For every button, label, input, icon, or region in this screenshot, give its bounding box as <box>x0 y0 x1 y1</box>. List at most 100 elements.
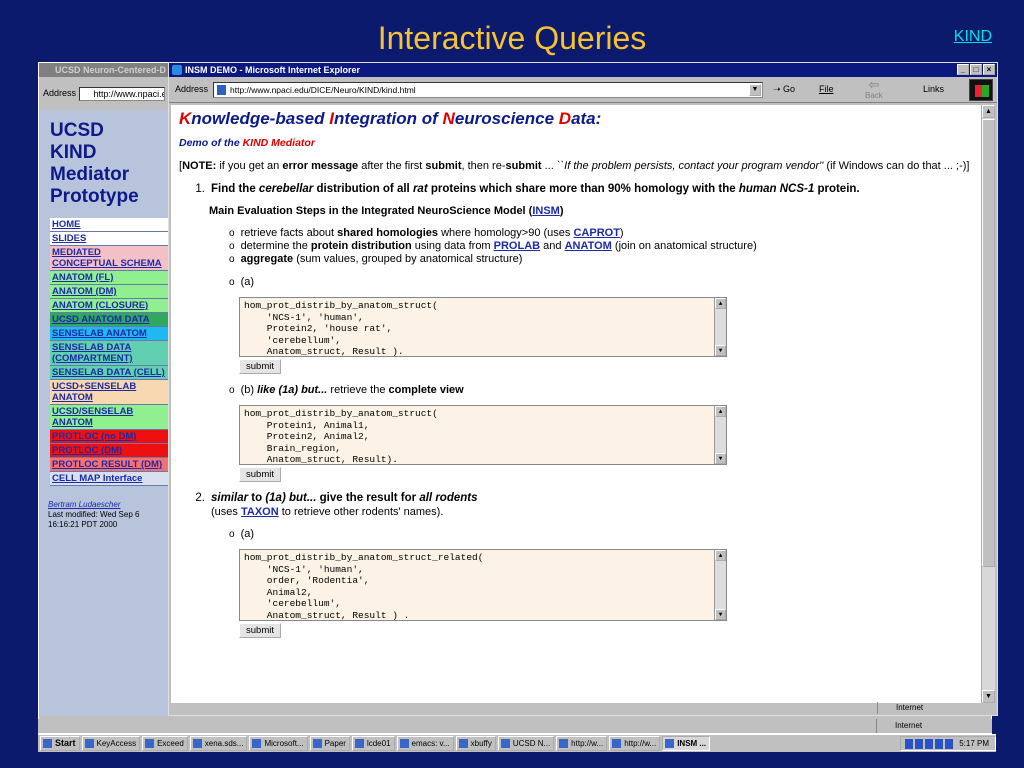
note-text-4: ... <box>541 160 557 172</box>
taskbar-button[interactable]: xena.sds... <box>189 736 248 751</box>
go-button[interactable]: ➝ Go <box>773 84 795 95</box>
taskbar-button[interactable]: UCSD N... <box>497 736 555 751</box>
taskbar-button[interactable]: Paper <box>309 736 350 751</box>
step-bold: shared homologies <box>337 227 439 239</box>
q2-italic-2: (1a) but... <box>265 492 317 504</box>
query-textarea-1a[interactable]: hom_prot_distrib_by_anatom_struct( 'NCS-… <box>239 297 727 357</box>
taskbar-button[interactable]: Microsoft... <box>249 736 308 751</box>
case-1b-label: (b) like (1a) but... retrieve the comple… <box>229 384 975 397</box>
nav-item-cell-map-interface[interactable]: CELL MAP Interface <box>50 472 168 486</box>
kind-link[interactable]: KIND <box>954 28 992 46</box>
submit-button-2a[interactable]: submit <box>239 623 281 638</box>
case-1b-italic: like (1a) but... <box>257 384 328 396</box>
taskbar-button[interactable]: xbuffy <box>455 736 496 751</box>
q2-text-1: to <box>248 492 266 504</box>
taxon-link[interactable]: TAXON <box>241 506 279 518</box>
page-scrollbar[interactable]: ▲ ▼ <box>981 105 995 703</box>
scroll-down-icon[interactable]: ▼ <box>715 345 726 356</box>
heading-segment: ntegration of <box>333 109 443 128</box>
scroll-down-icon[interactable]: ▼ <box>715 609 726 620</box>
step-link[interactable]: ANATOM <box>565 240 612 252</box>
q2-text-2: give the result for <box>316 492 420 504</box>
step-bold: protein distribution <box>310 240 412 252</box>
query-text-2a: hom_prot_distrib_by_anatom_struct_relate… <box>244 552 484 621</box>
page-scroll-thumb[interactable] <box>982 119 995 567</box>
nav-item-home[interactable]: HOME <box>50 218 168 232</box>
scroll-up-icon[interactable]: ▲ <box>715 550 726 561</box>
nav-item-slides[interactable]: SLIDES <box>50 232 168 246</box>
question-1-number: 1. <box>195 183 205 195</box>
note-bold-2: submit <box>425 160 462 172</box>
taskbar-button[interactable]: KeyAccess <box>81 736 141 751</box>
nav-item-mediated-conceptual-schema[interactable]: MEDIATED CONCEPTUAL SCHEMA <box>50 246 168 271</box>
q2-sub-pre: (uses <box>211 506 241 518</box>
nav-title: UCSD KIND Mediator Prototype <box>40 110 168 208</box>
step-item: retrieve facts about shared homologies w… <box>229 227 975 240</box>
ie-window[interactable]: INSM DEMO - Microsoft Internet Explorer … <box>168 62 998 716</box>
start-button[interactable]: Start <box>40 736 80 751</box>
step-link[interactable]: PROLAB <box>494 240 540 252</box>
textarea-scrollbar[interactable]: ▲ ▼ <box>714 550 726 620</box>
ie-status-bar: Internet <box>171 702 997 714</box>
step-bold: aggregate <box>240 253 294 265</box>
taskbar-button[interactable]: lcde01 <box>351 736 395 751</box>
nav-item-protloc-dm[interactable]: PROTLOC (DM) <box>50 444 168 458</box>
author-link[interactable]: Bertram Ludaescher <box>48 500 168 510</box>
file-menu[interactable]: File <box>819 84 834 94</box>
nav-item-anatom-dm[interactable]: ANATOM (DM) <box>50 285 168 299</box>
query-textarea-1b[interactable]: hom_prot_distrib_by_anatom_struct( Prote… <box>239 405 727 465</box>
background-address-field[interactable]: http://www.npaci.e <box>78 86 165 101</box>
nav-item-senselab-data-compartment[interactable]: SENSELAB DATA (COMPARTMENT) <box>50 341 168 366</box>
scroll-up-icon[interactable]: ▲ <box>715 406 726 417</box>
nav-item-ucsd-anatom-data[interactable]: UCSD ANATOM DATA <box>50 313 168 327</box>
nav-item-anatom-fl[interactable]: ANATOM (FL) <box>50 271 168 285</box>
demo-prefix: Demo of the <box>179 137 243 149</box>
steps-title: Main Evaluation Steps in the Integrated … <box>209 205 975 217</box>
submit-button-1b[interactable]: submit <box>239 467 281 482</box>
insm-link[interactable]: INSM <box>532 205 560 217</box>
q1-text-4: protein. <box>814 183 860 195</box>
note-label: NOTE: <box>182 160 217 172</box>
address-dropdown-button[interactable]: ▼ <box>749 84 761 96</box>
note-bold-1: error message <box>282 160 359 172</box>
note-quote: ``If the problem persists, contact your … <box>556 160 824 172</box>
taskbar-button[interactable]: http://w... <box>609 736 661 751</box>
scroll-up-icon[interactable]: ▲ <box>715 298 726 309</box>
query-text-1b: hom_prot_distrib_by_anatom_struct( Prote… <box>244 408 438 465</box>
scroll-down-icon[interactable]: ▼ <box>715 453 726 464</box>
textarea-scrollbar[interactable]: ▲ ▼ <box>714 406 726 464</box>
page-scroll-up-icon[interactable]: ▲ <box>982 105 995 118</box>
taskbar-button[interactable]: emacs: v... <box>396 736 454 751</box>
nav-item-protloc-result-dm[interactable]: PROTLOC RESULT (DM) <box>50 458 168 472</box>
nav-item-senselab-anatom[interactable]: SENSELAB ANATOM <box>50 327 168 341</box>
nav-item-ucsd-senselab-anatom[interactable]: UCSD/SENSELAB ANATOM <box>50 405 168 430</box>
address-field[interactable]: http://www.npaci.edu/DICE/Neuro/KIND/kin… <box>213 82 763 98</box>
nav-item-senselab-data-cell[interactable]: SENSELAB DATA (CELL) <box>50 366 168 380</box>
taskbar-button[interactable]: INSM ... <box>662 736 711 751</box>
demo-name: KIND Mediator <box>242 137 315 149</box>
back-button[interactable]: ⇦ Back <box>865 78 883 100</box>
note-paragraph: [NOTE: if you get an error message after… <box>179 160 970 172</box>
minimize-button[interactable]: _ <box>957 64 969 75</box>
links-menu[interactable]: Links <box>923 84 944 94</box>
nav-item-anatom-closure[interactable]: ANATOM (CLOSURE) <box>50 299 168 313</box>
last-modified: Last modified: Wed Sep 6 16:16:21 PDT 20… <box>48 510 140 529</box>
case-1b-bold: complete view <box>388 384 464 396</box>
step-link[interactable]: CAPROT <box>573 227 619 239</box>
taskbar-button[interactable]: http://w... <box>556 736 608 751</box>
taskbar-button[interactable]: Exceed <box>142 736 188 751</box>
q2-italic-1: similar <box>211 492 249 504</box>
submit-button-1a[interactable]: submit <box>239 359 281 374</box>
maximize-button[interactable]: □ <box>970 64 982 75</box>
step-text: using data from <box>411 240 494 252</box>
query-textarea-2a[interactable]: hom_prot_distrib_by_anatom_struct_relate… <box>239 549 727 621</box>
step-text: where homology>90 (uses <box>438 227 574 239</box>
case-2a-label: (a) <box>229 528 975 541</box>
page-content: Knowledge-based Integration of Neuroscie… <box>171 105 983 703</box>
system-tray: 5:17 PM <box>900 736 996 751</box>
nav-item-protloc-no-dm[interactable]: PROTLOC (no DM) <box>50 430 168 444</box>
nav-item-ucsd-senselab-anatom[interactable]: UCSD+SENSELAB ANATOM <box>50 380 168 405</box>
clock: 5:17 PM <box>959 739 989 748</box>
textarea-scrollbar[interactable]: ▲ ▼ <box>714 298 726 356</box>
close-button[interactable]: × <box>983 64 995 75</box>
